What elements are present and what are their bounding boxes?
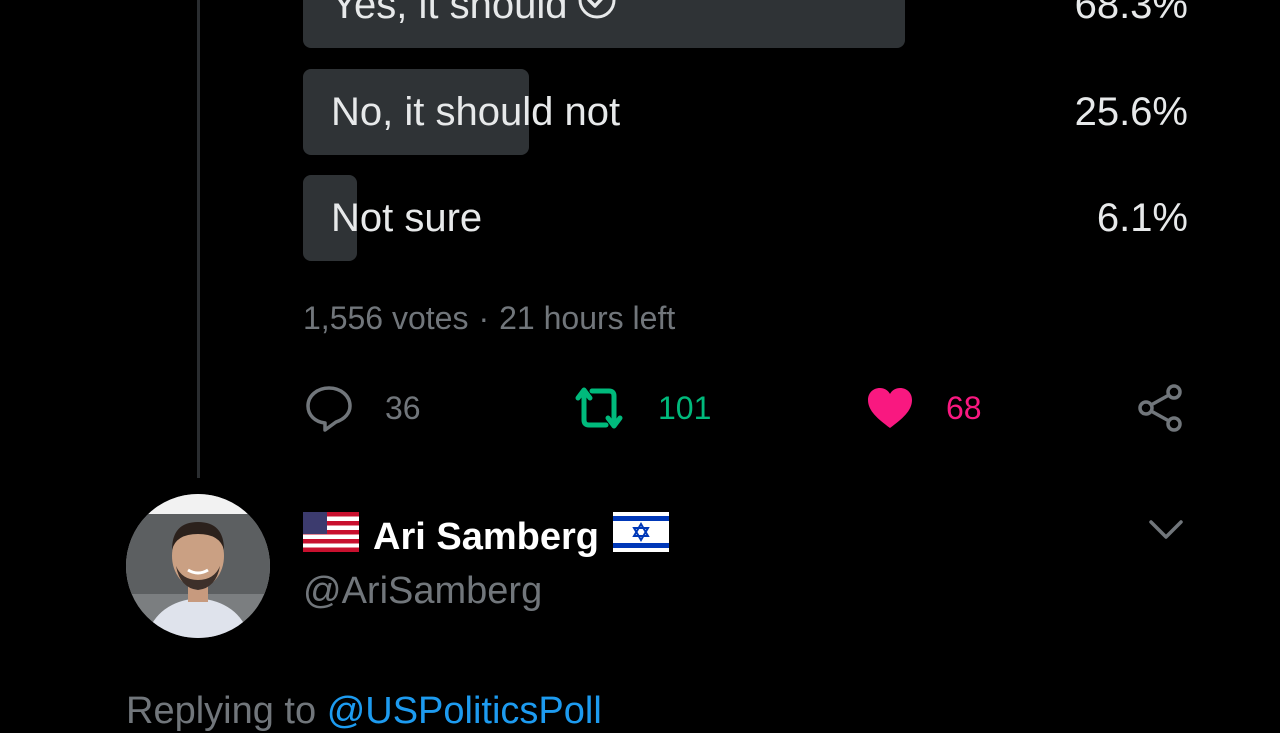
heart-icon <box>864 382 916 434</box>
share-icon <box>1134 382 1186 434</box>
like-count: 68 <box>946 389 982 426</box>
poll-meta: 1,556 votes · 21 hours left <box>303 300 675 337</box>
retweet-count: 101 <box>658 389 712 426</box>
reply-icon <box>303 382 355 434</box>
replying-to-mention[interactable]: @USPoliticsPoll <box>327 690 602 732</box>
retweet-button[interactable]: 101 <box>570 380 711 436</box>
poll-option-no: No, it should not 25.6% <box>303 69 1188 155</box>
poll-option-yes: Yes, it should 68.3% <box>303 0 1188 48</box>
check-circle-icon <box>577 0 617 50</box>
poll-option-percent: 68.3% <box>1074 0 1188 27</box>
share-button[interactable] <box>1134 380 1186 436</box>
reply-button[interactable]: 36 <box>303 380 421 436</box>
retweet-icon <box>570 382 628 434</box>
display-name[interactable]: Ari Samberg <box>373 516 599 559</box>
meta-separator: · <box>478 300 490 336</box>
poll-vote-count: 1,556 votes <box>303 300 469 336</box>
chevron-down-icon[interactable] <box>1146 514 1186 551</box>
replying-to-line: Replying to @USPoliticsPoll <box>126 690 602 733</box>
poll-option-label: Yes, it should <box>331 0 568 27</box>
poll-option-label: No, it should not <box>331 90 621 134</box>
poll-option-percent: 25.6% <box>1074 90 1188 134</box>
replying-to-label: Replying to <box>126 690 317 732</box>
avatar[interactable] <box>126 494 270 638</box>
poll-option-label: Not sure <box>331 196 483 240</box>
us-flag-icon <box>303 512 359 562</box>
israel-flag-icon <box>612 512 669 562</box>
thread-connector-line <box>197 0 200 478</box>
poll-option-percent: 6.1% <box>1096 196 1188 240</box>
user-handle[interactable]: @AriSamberg <box>303 570 542 613</box>
poll-time-left: 21 hours left <box>499 300 676 336</box>
reply-count: 36 <box>385 389 421 426</box>
like-button[interactable]: 68 <box>864 380 982 436</box>
poll-option-not-sure: Not sure 6.1% <box>303 175 1188 261</box>
